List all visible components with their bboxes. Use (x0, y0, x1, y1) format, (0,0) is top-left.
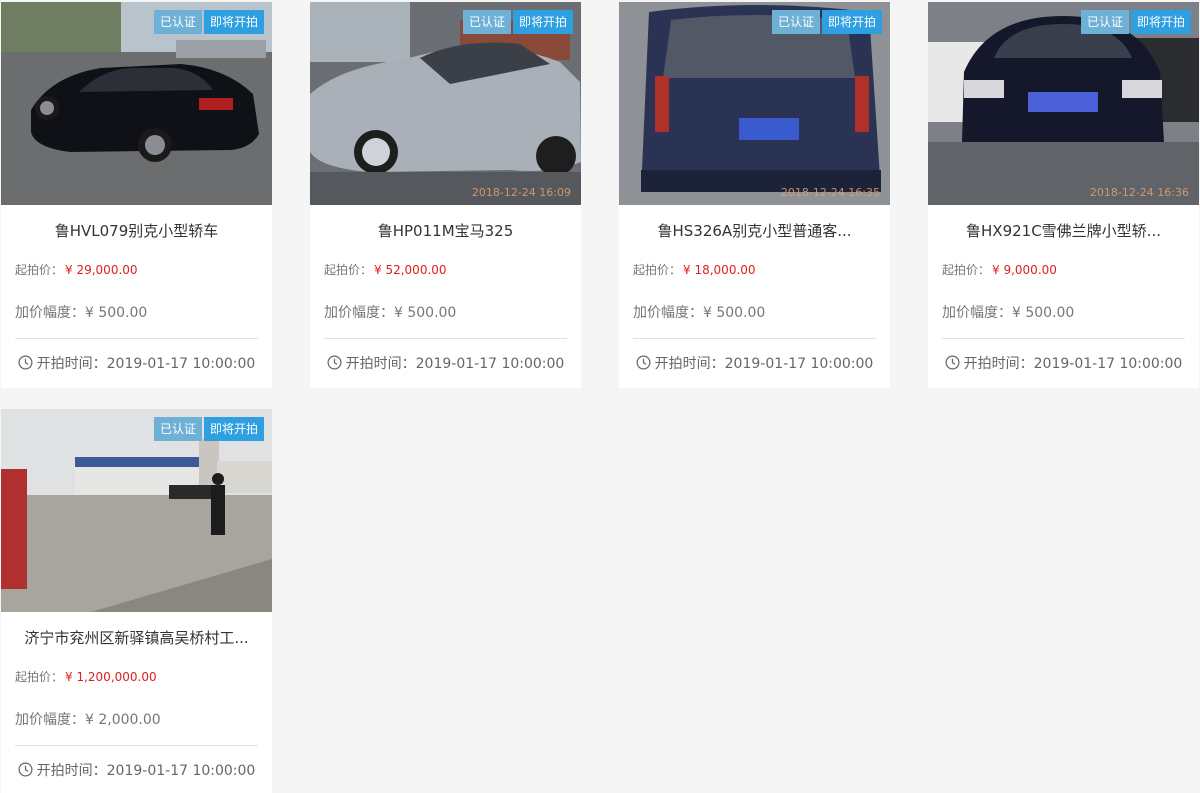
start-time-row: 开拍时间：2019-01-17 10:00:00 (1, 760, 272, 780)
clock-icon (18, 762, 33, 777)
start-time-label: 开拍时间： (963, 356, 1034, 372)
start-price-label: 起拍价： (633, 263, 682, 277)
start-price-row: 起拍价： ¥ 1,200,000.00 (15, 668, 157, 685)
start-price-value: ¥ 9,000.00 (992, 263, 1057, 277)
start-price-row: 起拍价： ¥ 9,000.00 (942, 261, 1057, 278)
start-time-row: 开拍时间：2019-01-17 10:00:00 (619, 353, 890, 373)
photo-timestamp: 2018-12-24 16:35 (780, 186, 880, 199)
listing-card[interactable]: 已认证 即将开拍 2018-12-24 16:09 鲁HP011M宝马325 起… (310, 2, 581, 388)
listing-photo[interactable]: 已认证 即将开拍 (1, 2, 272, 205)
clock-icon (327, 355, 342, 370)
increment-value: ¥ 500.00 (1012, 305, 1075, 321)
divider (942, 338, 1185, 339)
listing-card[interactable]: 已认证 即将开拍 2018-12-24 16:36 鲁HX921C雪佛兰牌小型轿… (928, 2, 1199, 388)
listing-title[interactable]: 鲁HP011M宝马325 (324, 220, 567, 241)
start-price-row: 起拍价： ¥ 52,000.00 (324, 261, 447, 278)
increment-value: ¥ 500.00 (394, 305, 457, 321)
start-time-label: 开拍时间： (654, 356, 725, 372)
increment-value: ¥ 500.00 (85, 305, 148, 321)
start-time-value: 2019-01-17 10:00:00 (724, 356, 874, 372)
start-price-row: 起拍价： ¥ 29,000.00 (15, 261, 138, 278)
listing-card[interactable]: 已认证 即将开拍 鲁HVL079别克小型轿车 起拍价： ¥ 29,000.00 加… (1, 2, 272, 388)
clock-icon (18, 355, 33, 370)
status-badge: 即将开拍 (512, 10, 573, 34)
start-time-row: 开拍时间：2019-01-17 10:00:00 (310, 353, 581, 373)
start-price-label: 起拍价： (324, 263, 373, 277)
listing-photo[interactable]: 已认证 即将开拍 2018-12-24 16:35 (619, 2, 890, 205)
certified-badge: 已认证 (1080, 10, 1129, 34)
start-time-value: 2019-01-17 10:00:00 (1033, 356, 1183, 372)
increment-label: 加价幅度： (633, 305, 703, 321)
certified-badge: 已认证 (771, 10, 820, 34)
certified-badge: 已认证 (153, 10, 202, 34)
status-badge: 即将开拍 (203, 10, 264, 34)
listing-title[interactable]: 济宁市兖州区新驿镇高吴桥村工... (15, 627, 258, 648)
photo-timestamp: 2018-12-24 16:09 (471, 186, 571, 199)
start-price-value: ¥ 1,200,000.00 (65, 670, 157, 684)
start-price-label: 起拍价： (15, 263, 64, 277)
increment-label: 加价幅度： (15, 305, 85, 321)
increment-row: 加价幅度：¥ 2,000.00 (15, 709, 161, 729)
start-time-value: 2019-01-17 10:00:00 (106, 356, 256, 372)
listing-title[interactable]: 鲁HVL079别克小型轿车 (15, 220, 258, 241)
start-price-value: ¥ 29,000.00 (65, 263, 138, 277)
increment-label: 加价幅度： (942, 305, 1012, 321)
start-time-row: 开拍时间：2019-01-17 10:00:00 (928, 353, 1199, 373)
increment-row: 加价幅度：¥ 500.00 (633, 302, 765, 322)
increment-value: ¥ 2,000.00 (85, 712, 161, 728)
photo-timestamp: 2018-12-24 16:36 (1089, 186, 1189, 199)
start-time-label: 开拍时间： (36, 356, 107, 372)
start-price-label: 起拍价： (15, 670, 64, 684)
divider (633, 338, 876, 339)
increment-label: 加价幅度： (324, 305, 394, 321)
increment-row: 加价幅度：¥ 500.00 (15, 302, 147, 322)
divider (15, 745, 258, 746)
clock-icon (636, 355, 651, 370)
increment-row: 加价幅度：¥ 500.00 (942, 302, 1074, 322)
listing-photo[interactable]: 已认证 即将开拍 2018-12-24 16:09 (310, 2, 581, 205)
listing-card[interactable]: 已认证 即将开拍 2018-12-24 16:35 鲁HS326A别克小型普通客… (619, 2, 890, 388)
start-price-label: 起拍价： (942, 263, 991, 277)
start-time-value: 2019-01-17 10:00:00 (106, 763, 256, 779)
certified-badge: 已认证 (462, 10, 511, 34)
start-price-value: ¥ 18,000.00 (683, 263, 756, 277)
increment-value: ¥ 500.00 (703, 305, 766, 321)
listing-title[interactable]: 鲁HS326A别克小型普通客... (633, 220, 876, 241)
listing-title[interactable]: 鲁HX921C雪佛兰牌小型轿... (942, 220, 1185, 241)
status-badge: 即将开拍 (203, 417, 264, 441)
increment-label: 加价幅度： (15, 712, 85, 728)
increment-row: 加价幅度：¥ 500.00 (324, 302, 456, 322)
start-price-row: 起拍价： ¥ 18,000.00 (633, 261, 756, 278)
start-time-label: 开拍时间： (36, 763, 107, 779)
start-time-row: 开拍时间：2019-01-17 10:00:00 (1, 353, 272, 373)
start-price-value: ¥ 52,000.00 (374, 263, 447, 277)
status-badge: 即将开拍 (1130, 10, 1191, 34)
certified-badge: 已认证 (153, 417, 202, 441)
start-time-label: 开拍时间： (345, 356, 416, 372)
start-time-value: 2019-01-17 10:00:00 (415, 356, 565, 372)
listing-photo[interactable]: 已认证 即将开拍 (1, 409, 272, 612)
status-badge: 即将开拍 (821, 10, 882, 34)
divider (15, 338, 258, 339)
listing-card[interactable]: 已认证 即将开拍 济宁市兖州区新驿镇高吴桥村工... 起拍价： ¥ 1,200,0… (1, 409, 272, 793)
clock-icon (945, 355, 960, 370)
auction-listing-grid: 已认证 即将开拍 鲁HVL079别克小型轿车 起拍价： ¥ 29,000.00 加… (0, 0, 1200, 793)
listing-photo[interactable]: 已认证 即将开拍 2018-12-24 16:36 (928, 2, 1199, 205)
divider (324, 338, 567, 339)
